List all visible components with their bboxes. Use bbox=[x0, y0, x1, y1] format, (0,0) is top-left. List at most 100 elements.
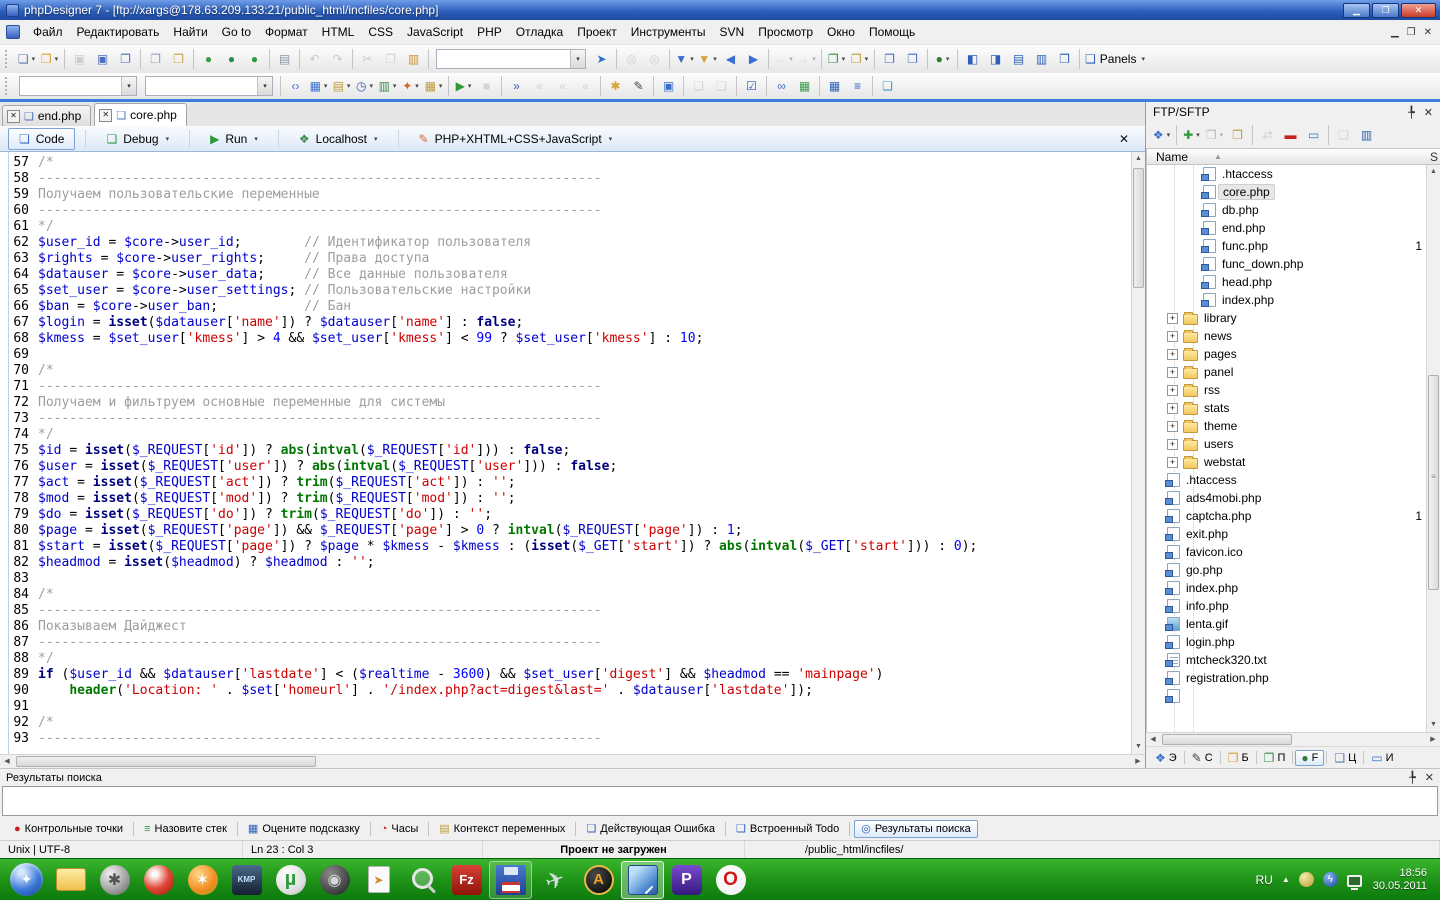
tray-expand-icon[interactable]: ▲ bbox=[1282, 875, 1290, 884]
tree-item-end.php[interactable]: end.php bbox=[1147, 219, 1440, 237]
insert-link-button[interactable]: ∞ bbox=[770, 75, 793, 97]
menu-item-12[interactable]: SVN bbox=[713, 21, 752, 43]
list-bullets-button[interactable]: ≡ bbox=[846, 75, 869, 97]
prev-document-button[interactable]: ◧ bbox=[961, 48, 984, 70]
hand-tool-button[interactable]: ✱ bbox=[604, 75, 627, 97]
tree-item-func_down.php[interactable]: func_down.php bbox=[1147, 255, 1440, 273]
localhost-button[interactable]: ❖Localhost▾ bbox=[289, 128, 388, 150]
save-for-browser-button[interactable]: ● bbox=[220, 48, 243, 70]
tree-item-ads4mobi.php[interactable]: ads4mobi.php bbox=[1147, 489, 1440, 507]
undo-button[interactable]: ↶ bbox=[303, 48, 326, 70]
bookmark-add-button[interactable]: ❐▾ bbox=[825, 48, 848, 70]
script-import-button[interactable]: ❏ bbox=[710, 75, 733, 97]
tab-close-icon[interactable]: ✕ bbox=[7, 110, 20, 123]
scroll-thumb[interactable] bbox=[1162, 734, 1292, 745]
expand-icon[interactable]: + bbox=[1167, 331, 1178, 342]
tab-todo[interactable]: ❏Встроенный Todo bbox=[730, 821, 845, 837]
edit-code-button[interactable]: ✎ bbox=[627, 75, 650, 97]
menu-item-9[interactable]: Отладка bbox=[509, 21, 570, 43]
panel-ftp[interactable]: ●F bbox=[1295, 750, 1324, 766]
tree-item-head.php[interactable]: head.php bbox=[1147, 273, 1440, 291]
minimize-button[interactable]: ▁ bbox=[1343, 3, 1370, 18]
menu-item-4[interactable]: Формат bbox=[258, 21, 315, 43]
tree-item-users[interactable]: +users bbox=[1147, 435, 1440, 453]
tree-item-info.php[interactable]: info.php bbox=[1147, 597, 1440, 615]
tree-item-theme[interactable]: +theme bbox=[1147, 417, 1440, 435]
code-pane[interactable]: 57/*58----------------------------------… bbox=[0, 152, 1131, 754]
filter-prev-button[interactable]: ◀ bbox=[719, 48, 742, 70]
tree-item-.htaccess[interactable]: .htaccess bbox=[1147, 471, 1440, 489]
ftp-transfer-button[interactable]: ⇄ bbox=[1256, 124, 1279, 146]
start-button[interactable]: ✦ bbox=[5, 861, 48, 899]
combo-dropdown-icon[interactable]: ▾ bbox=[257, 77, 272, 95]
tray-webcam-icon[interactable] bbox=[1299, 872, 1314, 887]
tree-item-index.php[interactable]: index.php bbox=[1147, 579, 1440, 597]
bookmark-find-button[interactable]: ❐▾ bbox=[848, 48, 871, 70]
scroll-thumb[interactable] bbox=[16, 756, 316, 767]
close-icon[interactable]: ✕ bbox=[1424, 106, 1433, 119]
insert-form-button[interactable]: ▤▾ bbox=[330, 75, 353, 97]
ftp-horizontal-scrollbar[interactable]: ◀ ▶ bbox=[1146, 732, 1440, 746]
scroll-down-icon[interactable]: ▼ bbox=[1132, 740, 1145, 754]
filter-marker-button[interactable]: ▼▾ bbox=[696, 48, 719, 70]
scroll-left-icon[interactable]: ◀ bbox=[1146, 733, 1160, 746]
save-as-button[interactable]: ▣ bbox=[91, 48, 114, 70]
mdi-restore-button[interactable]: ❐ bbox=[1407, 27, 1416, 38]
ftp-vertical-scrollbar[interactable]: ▲ ▼ bbox=[1426, 165, 1440, 732]
combo-dropdown-icon[interactable]: ▾ bbox=[121, 77, 136, 95]
tab-call-stack[interactable]: ≡Назовите стек bbox=[138, 821, 233, 837]
ftp-properties-button[interactable]: ❏ bbox=[1332, 124, 1355, 146]
cascade-windows-button[interactable]: ❐ bbox=[1053, 48, 1076, 70]
scroll-thumb[interactable] bbox=[1133, 168, 1144, 288]
expand-icon[interactable]: + bbox=[1167, 457, 1178, 468]
scroll-down-icon[interactable]: ▼ bbox=[1427, 718, 1440, 732]
panel-projects[interactable]: ❐П bbox=[1259, 751, 1291, 765]
ftp-file-tree[interactable]: .htaccesscore.phpdb.phpend.phpfunc.php1f… bbox=[1146, 165, 1440, 732]
tree-item-stats[interactable]: +stats bbox=[1147, 399, 1440, 417]
download-file-button[interactable]: ❐ bbox=[901, 48, 924, 70]
nav-forward-button[interactable]: →▾ bbox=[795, 48, 818, 70]
search-results-output[interactable] bbox=[2, 786, 1438, 816]
mdi-minimize-button[interactable]: ▁ bbox=[1391, 27, 1399, 38]
save-button[interactable]: ▣ bbox=[68, 48, 91, 70]
toolbar-grip[interactable] bbox=[5, 50, 11, 68]
code-view-button[interactable]: ❏Code bbox=[8, 128, 75, 150]
copy-button[interactable]: ❐ bbox=[379, 48, 402, 70]
tree-item-favicon.ico[interactable]: favicon.ico bbox=[1147, 543, 1440, 561]
quick-search[interactable]: ▾ bbox=[436, 49, 586, 69]
redo-button[interactable]: ↷ bbox=[326, 48, 349, 70]
tree-item-lenta.gif[interactable]: lenta.gif bbox=[1147, 615, 1440, 633]
utorrent[interactable]: µ bbox=[269, 861, 312, 899]
menu-item-7[interactable]: JavaScript bbox=[400, 21, 470, 43]
tree-item-webstat[interactable]: +webstat bbox=[1147, 453, 1440, 471]
tree-item-db.php[interactable]: db.php bbox=[1147, 201, 1440, 219]
script-export-button[interactable]: ❏ bbox=[687, 75, 710, 97]
language-indicator[interactable]: RU bbox=[1255, 873, 1272, 887]
panel-info[interactable]: ▭И bbox=[1366, 751, 1398, 765]
tree-item-rss[interactable]: +rss bbox=[1147, 381, 1440, 399]
explorer[interactable] bbox=[49, 861, 92, 899]
ftp-upload-button[interactable]: ❐▾ bbox=[1203, 124, 1226, 146]
tree-item-news[interactable]: +news bbox=[1147, 327, 1440, 345]
preview-in-browser-button[interactable]: ● bbox=[197, 48, 220, 70]
phpdesigner-window[interactable] bbox=[621, 861, 664, 899]
format-outdent-button[interactable]: « bbox=[574, 75, 597, 97]
combo-dropdown-icon[interactable]: ▾ bbox=[570, 50, 585, 68]
syntax-mode-button[interactable]: ✎PHP+XHTML+CSS+JavaScript▾ bbox=[409, 128, 623, 150]
menu-item-6[interactable]: CSS bbox=[361, 21, 400, 43]
tray-punto-icon[interactable]: ϟ bbox=[1323, 872, 1338, 887]
panel-library[interactable]: ❒Б bbox=[1223, 751, 1254, 765]
save-floppy[interactable] bbox=[489, 861, 532, 899]
menu-item-15[interactable]: Помощь bbox=[862, 21, 922, 43]
scroll-up-icon[interactable]: ▲ bbox=[1132, 152, 1145, 166]
stop-script-button[interactable]: ■ bbox=[475, 75, 498, 97]
phpdesigner-splash[interactable]: ✶ bbox=[181, 861, 224, 899]
panels-button[interactable]: ❑Panels▾ bbox=[1083, 48, 1147, 70]
menu-item-2[interactable]: Найти bbox=[166, 21, 214, 43]
menu-item-0[interactable]: Файл bbox=[26, 21, 70, 43]
editor-horizontal-scrollbar[interactable]: ◀ ▶ bbox=[0, 754, 1145, 768]
insert-widget-button[interactable]: ▦▾ bbox=[422, 75, 445, 97]
warplane[interactable]: ✈ bbox=[533, 861, 576, 899]
run-button[interactable]: ▶Run▾ bbox=[200, 128, 268, 150]
menu-item-3[interactable]: Go to bbox=[215, 21, 258, 43]
